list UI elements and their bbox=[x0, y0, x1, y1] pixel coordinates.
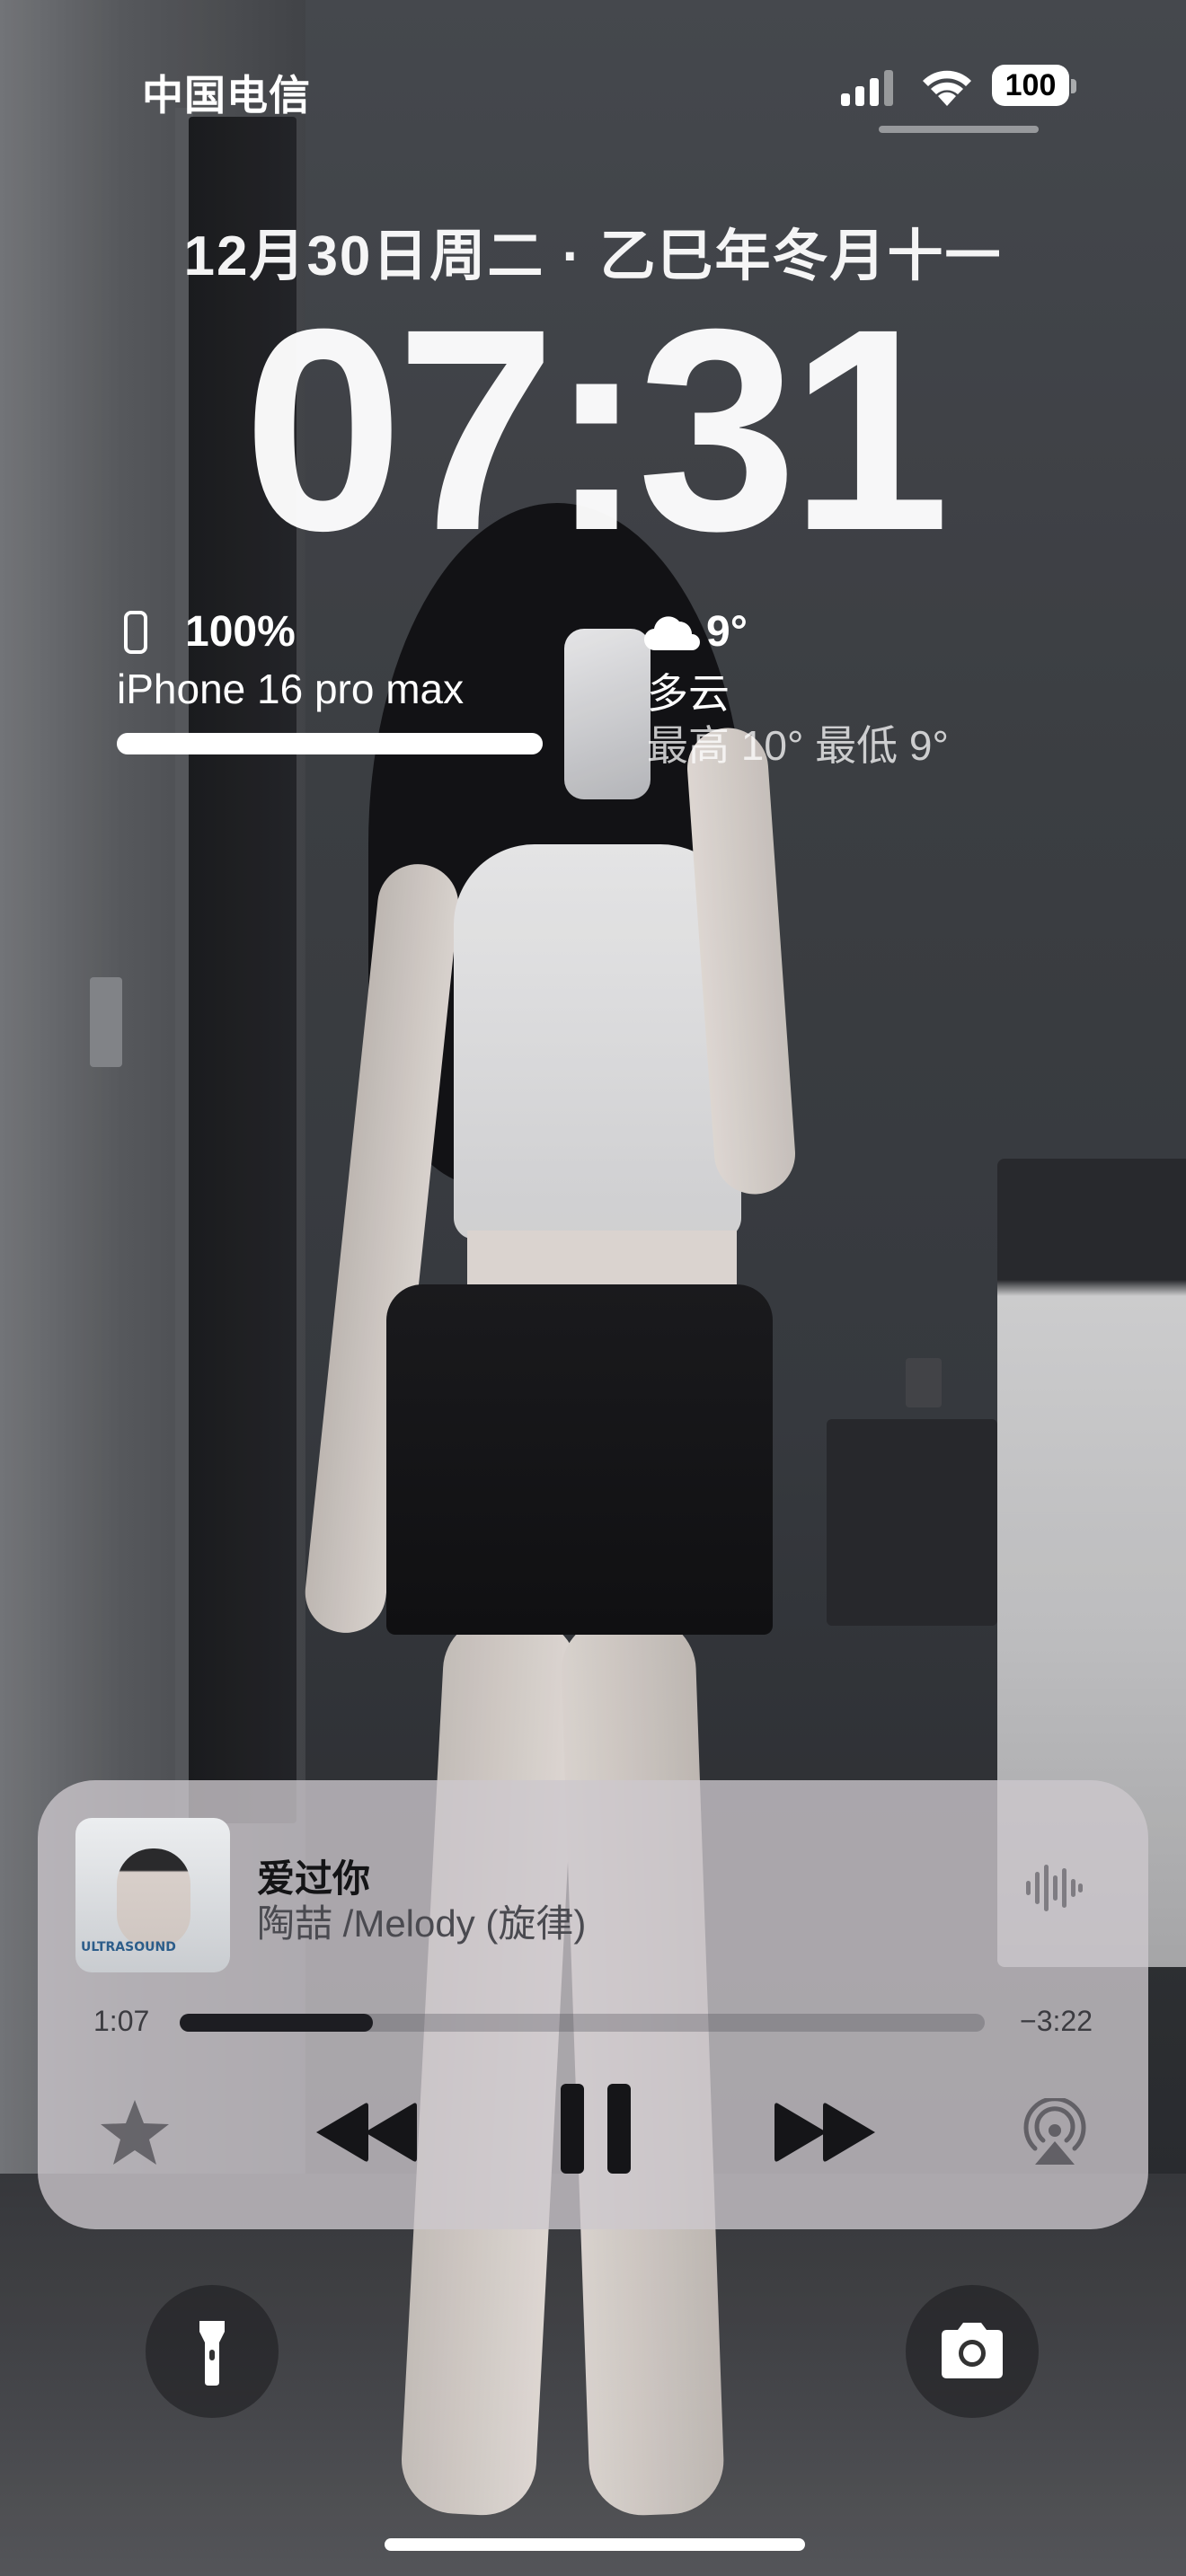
backward-icon[interactable] bbox=[313, 2098, 419, 2166]
flashlight-button[interactable] bbox=[146, 2285, 279, 2418]
star-icon[interactable] bbox=[97, 2095, 173, 2170]
cloud-icon bbox=[643, 616, 700, 651]
battery-level-text: 100 bbox=[1005, 68, 1057, 102]
cellular-signal-icon bbox=[841, 70, 893, 106]
weather-widget[interactable]: 9° 多云 最高 10° 最低 9° bbox=[643, 607, 1093, 769]
weather-temperature: 9° bbox=[706, 608, 748, 656]
camera-icon bbox=[942, 2323, 1003, 2378]
playback-scrubber[interactable] bbox=[180, 2014, 985, 2032]
status-bar: 中国电信 100 bbox=[0, 0, 1186, 144]
airplay-icon[interactable] bbox=[1021, 2098, 1089, 2166]
notification-pull-indicator[interactable] bbox=[879, 126, 1039, 133]
album-artwork-label: ULTRASOUND bbox=[81, 1940, 176, 1954]
album-artwork-portrait bbox=[117, 1848, 190, 1947]
weather-condition: 多云 bbox=[647, 670, 730, 717]
wifi-icon bbox=[923, 70, 971, 106]
home-indicator[interactable] bbox=[385, 2538, 805, 2551]
battery-indicator: 100 bbox=[992, 65, 1078, 108]
remaining-time: −3:22 bbox=[1020, 2005, 1093, 2037]
battery-widget-device: iPhone 16 pro max bbox=[117, 666, 465, 712]
battery-widget-bar-fill bbox=[117, 733, 543, 754]
lockscreen-clock: 07:31 bbox=[243, 269, 950, 590]
battery-widget[interactable]: 100% iPhone 16 pro max bbox=[117, 607, 548, 760]
camera-button[interactable] bbox=[906, 2285, 1039, 2418]
playback-scrubber-fill bbox=[180, 2014, 374, 2032]
album-artwork[interactable]: ULTRASOUND bbox=[75, 1818, 230, 1972]
forward-icon[interactable] bbox=[773, 2098, 879, 2166]
pause-icon[interactable] bbox=[557, 2082, 634, 2175]
flashlight-icon bbox=[199, 2321, 225, 2386]
carrier-name: 中国电信 bbox=[142, 72, 311, 119]
battery-widget-percent: 100% bbox=[185, 608, 296, 656]
song-artist: 陶喆 /Melody (旋律) bbox=[257, 1902, 587, 1945]
elapsed-time: 1:07 bbox=[93, 2005, 150, 2037]
now-playing-card[interactable]: ULTRASOUND 爱过你 陶喆 /Melody (旋律) 1:07 −3:2… bbox=[38, 1780, 1148, 2229]
iphone-icon bbox=[124, 611, 147, 654]
battery-widget-bar bbox=[117, 733, 543, 754]
weather-high-low: 最高 10° 最低 9° bbox=[647, 722, 949, 769]
battery-tip bbox=[1071, 79, 1076, 93]
waveform-icon[interactable] bbox=[1024, 1861, 1084, 1915]
